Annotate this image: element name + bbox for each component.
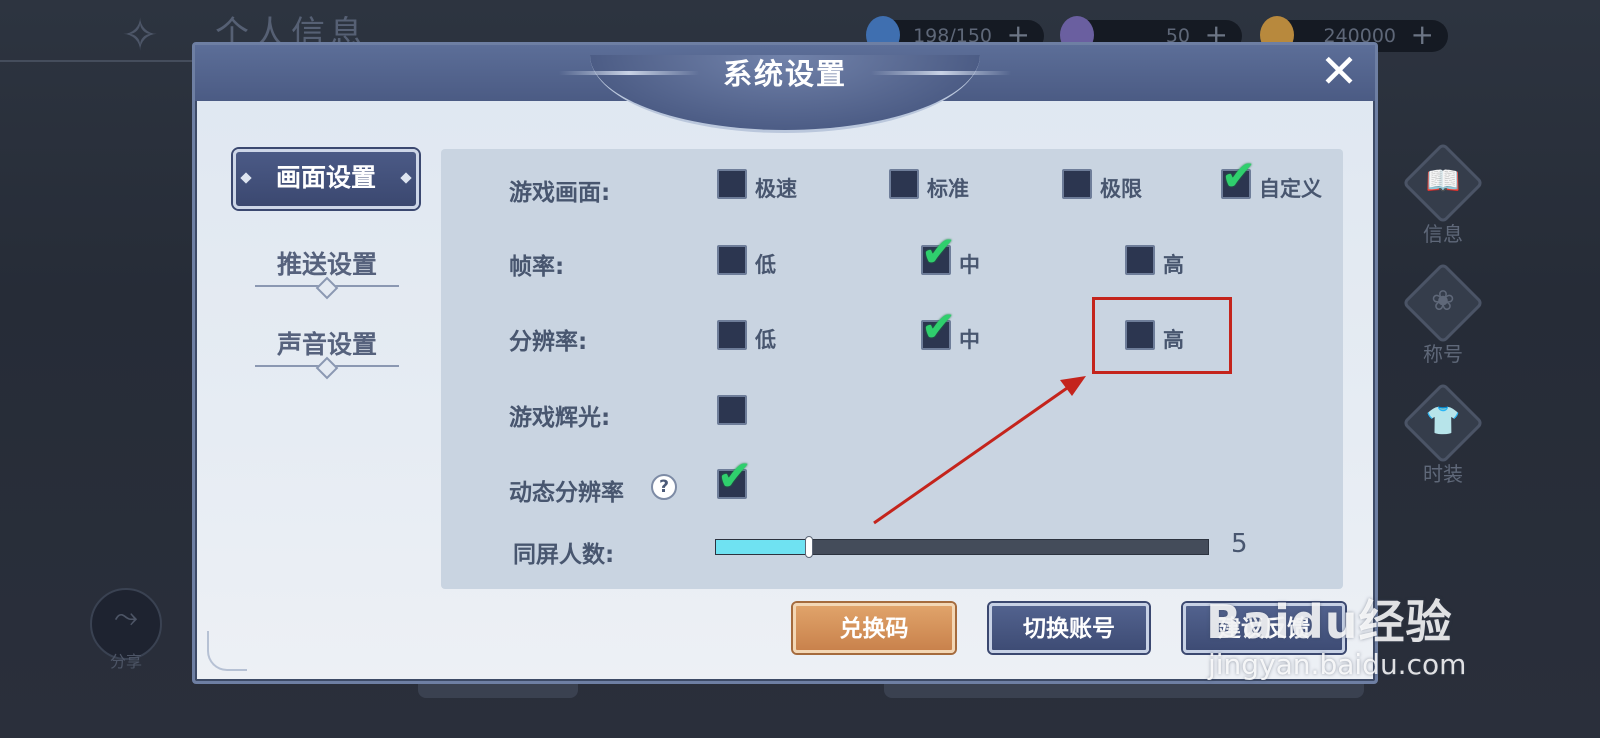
bloom-label: 游戏辉光: — [509, 405, 611, 431]
game-graphics-label: 游戏画面: — [509, 180, 611, 206]
checkbox[interactable] — [717, 245, 747, 275]
annotation-highlight-box — [1092, 297, 1232, 374]
book-icon: 📖 — [1425, 164, 1461, 197]
frame-rate-label: 帧率: — [509, 254, 565, 280]
players-on-screen-value: 5 — [1231, 529, 1248, 559]
tab-label: 推送设置 — [276, 250, 377, 279]
players-on-screen-label: 同屏人数: — [513, 542, 615, 568]
costume-icon: 👕 — [1425, 404, 1461, 437]
option-label: 低 — [755, 253, 776, 277]
help-icon[interactable]: ? — [651, 474, 677, 500]
dialog-title: 系统设置 — [722, 57, 847, 91]
option-label: 中 — [959, 253, 980, 277]
option-label: 高 — [1163, 253, 1184, 277]
background-bar — [884, 684, 1364, 698]
watermark-brand: Baidu经验 — [1206, 595, 1453, 649]
share-button[interactable]: ⤳ 分享 — [90, 588, 164, 671]
background-bar — [418, 684, 578, 698]
tab-label: 画面设置 — [275, 163, 376, 192]
tab-ornament-dot — [400, 172, 412, 184]
tab-label: 声音设置 — [276, 330, 377, 359]
close-icon[interactable]: ✕ — [1315, 48, 1363, 97]
side-button-costume[interactable]: 👕 时装 — [1398, 381, 1488, 500]
switch-account-button[interactable]: 切换账号 — [989, 603, 1149, 653]
title-divider — [0, 60, 220, 62]
option-label: 自定义 — [1259, 177, 1322, 201]
checkmark-icon: ✔ — [717, 451, 753, 500]
option-label: 中 — [959, 328, 980, 352]
checkbox[interactable] — [717, 169, 747, 199]
checkbox[interactable] — [717, 320, 747, 350]
slider-fill — [716, 540, 810, 554]
checkmark-icon: ✔ — [921, 302, 957, 351]
gold-plus-icon[interactable]: + — [1411, 20, 1434, 50]
slider-thumb[interactable] — [805, 536, 814, 558]
resolution-label: 分辨率: — [509, 329, 588, 355]
players-on-screen-slider[interactable] — [715, 536, 1209, 558]
option-label: 低 — [755, 328, 776, 352]
share-label: 分享 — [109, 652, 142, 671]
checkbox[interactable] — [889, 169, 919, 199]
checkbox[interactable] — [717, 395, 747, 425]
tab-underline-ornament — [255, 285, 399, 287]
dynamic-resolution-label: 动态分辨率 — [509, 480, 624, 506]
tab-ornament-dot — [240, 172, 252, 184]
option-label: 标准 — [927, 177, 969, 201]
redeem-code-button[interactable]: 兑换码 — [793, 603, 955, 653]
option-label: 极限 — [1100, 177, 1142, 201]
checkbox[interactable] — [1125, 245, 1155, 275]
share-icon: ⤳ — [114, 600, 138, 635]
side-button-label: 时装 — [1423, 462, 1463, 486]
option-label: 极速 — [755, 177, 797, 201]
side-button-info[interactable]: 📖 信息 — [1398, 141, 1488, 260]
side-button-title[interactable]: ❀ 称号 — [1398, 261, 1488, 380]
tab-push-settings[interactable]: 推送设置 — [255, 245, 399, 295]
watermark-url: jingyan.baidu.com — [1208, 648, 1467, 681]
emblem-icon: ❀ — [1431, 284, 1455, 317]
checkmark-icon: ✔ — [1221, 151, 1257, 200]
tab-underline-ornament — [255, 365, 399, 367]
corner-ornament — [207, 631, 247, 671]
checkmark-icon: ✔ — [921, 227, 957, 276]
background-logo-icon: ✧ — [121, 10, 159, 61]
side-button-label: 称号 — [1423, 342, 1463, 366]
tab-display-settings[interactable]: 画面设置 — [233, 149, 419, 209]
checkbox[interactable] — [1062, 169, 1092, 199]
tab-sound-settings[interactable]: 声音设置 — [255, 325, 399, 375]
side-button-label: 信息 — [1423, 222, 1463, 246]
